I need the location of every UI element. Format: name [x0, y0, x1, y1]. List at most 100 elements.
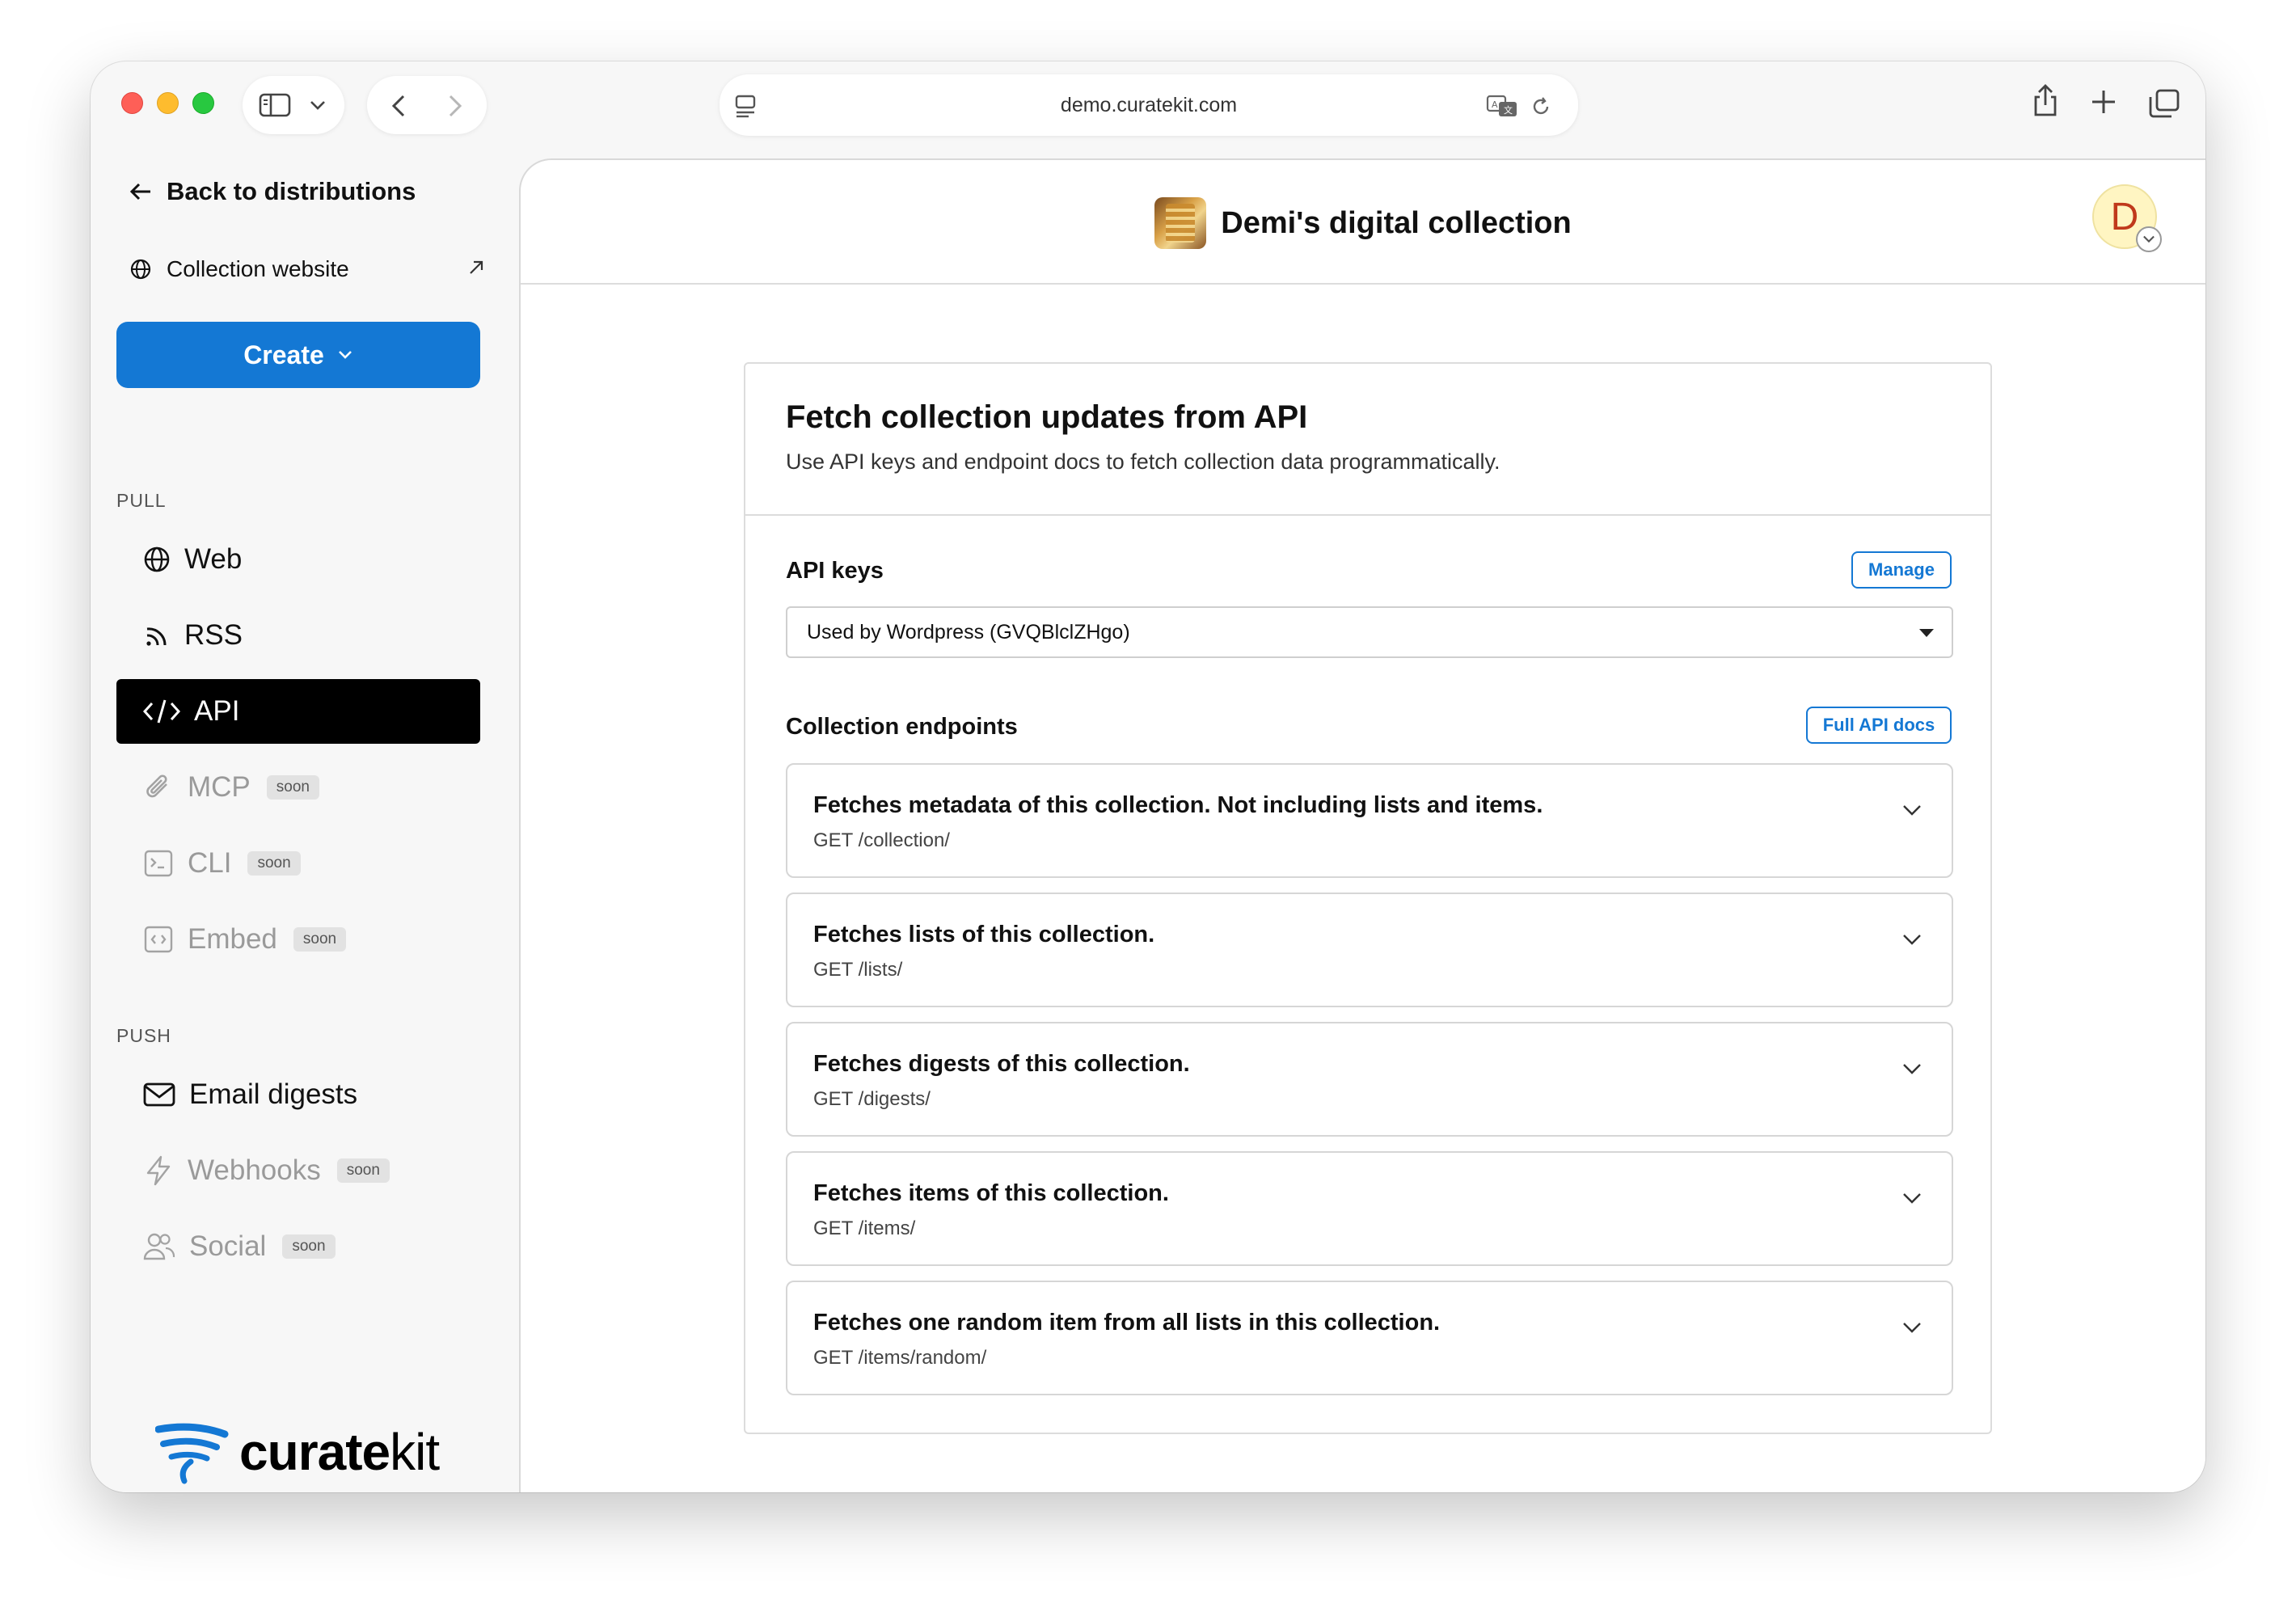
- sidebar: Back to distributions Collection website…: [91, 158, 519, 1492]
- mail-icon: [143, 1082, 175, 1107]
- push-section-heading: PUSH: [116, 1025, 171, 1046]
- globe-icon: [144, 546, 170, 572]
- forward-arrow-icon[interactable]: [446, 94, 464, 118]
- reload-icon[interactable]: [1530, 95, 1552, 118]
- soon-badge: soon: [282, 1234, 336, 1259]
- sidebar-item-label: Webhooks: [188, 1154, 321, 1186]
- endpoint-title: Fetches one random item from all lists i…: [813, 1310, 1441, 1336]
- sidebar-item-webhooks[interactable]: Webhooks soon: [116, 1138, 480, 1203]
- sidebar-item-label: Web: [184, 543, 243, 575]
- endpoint-path: GET /items/: [813, 1217, 916, 1239]
- soon-badge: soon: [293, 927, 347, 952]
- sidebar-item-embed[interactable]: Embed soon: [116, 907, 480, 972]
- share-icon[interactable]: [2031, 82, 2060, 118]
- api-card: Fetch collection updates from API Use AP…: [744, 362, 1992, 1434]
- endpoint-item[interactable]: Fetches digests of this collection. GET …: [786, 1022, 1953, 1137]
- sidebar-toggle-icon[interactable]: [259, 92, 291, 118]
- collection-website-link[interactable]: Collection website: [129, 249, 485, 289]
- sidebar-item-label: Social: [189, 1230, 267, 1262]
- chevron-down-icon[interactable]: [2136, 226, 2162, 252]
- chevron-down-icon: [1903, 1193, 1921, 1204]
- sidebar-item-email-digests[interactable]: Email digests: [116, 1062, 480, 1127]
- url-text[interactable]: demo.curatekit.com: [720, 94, 1578, 117]
- card-header: Fetch collection updates from API Use AP…: [745, 364, 1990, 516]
- collection-title: Demi's digital collection: [521, 197, 2205, 249]
- endpoint-path: GET /lists/: [813, 959, 903, 981]
- create-button[interactable]: Create: [116, 322, 480, 388]
- back-link-label: Back to distributions: [167, 177, 416, 205]
- create-button-label: Create: [243, 340, 324, 369]
- chevron-down-icon[interactable]: [309, 99, 327, 112]
- collection-thumbnail: [1154, 197, 1207, 249]
- chevron-down-icon: [1903, 805, 1921, 816]
- api-key-select[interactable]: Used by Wordpress (GVQBlclZHgo): [786, 606, 1953, 658]
- api-keys-label: API keys: [786, 558, 884, 584]
- back-arrow-icon[interactable]: [390, 94, 407, 118]
- globe-icon: [130, 259, 151, 280]
- translate-icon[interactable]: A 文: [1486, 94, 1518, 118]
- paperclip-icon: [146, 774, 167, 798]
- sidebar-item-api[interactable]: API: [116, 679, 480, 744]
- chevron-down-icon: [1903, 1323, 1921, 1333]
- sidebar-item-label: API: [194, 695, 240, 727]
- chevron-down-icon: [1903, 1064, 1921, 1074]
- main-content: Demi's digital collection D Fetch collec…: [519, 158, 2205, 1492]
- code-icon: [142, 699, 181, 724]
- history-nav-group: [367, 76, 487, 134]
- close-window-button[interactable]: [121, 92, 143, 114]
- logo-text: curatekit: [239, 1423, 440, 1481]
- card-title: Fetch collection updates from API: [786, 399, 1308, 435]
- sidebar-item-social[interactable]: Social soon: [116, 1214, 480, 1279]
- tab-overview-icon[interactable]: [2149, 89, 2180, 118]
- sidebar-item-web[interactable]: Web: [116, 527, 480, 592]
- pull-section-heading: PULL: [116, 490, 167, 511]
- card-description: Use API keys and endpoint docs to fetch …: [786, 449, 1500, 474]
- chevron-down-icon: [1903, 935, 1921, 945]
- sidebar-item-label: Email digests: [189, 1078, 358, 1110]
- back-to-distributions-link[interactable]: Back to distributions: [129, 171, 416, 212]
- endpoint-title: Fetches metadata of this collection. Not…: [813, 792, 1543, 818]
- soon-badge: soon: [266, 775, 319, 800]
- collection-endpoints-label: Collection endpoints: [786, 714, 1018, 740]
- sidebar-item-cli[interactable]: CLI soon: [116, 831, 480, 896]
- bolt-icon: [146, 1155, 171, 1186]
- collection-website-label: Collection website: [167, 256, 349, 281]
- endpoint-title: Fetches lists of this collection.: [813, 922, 1155, 947]
- svg-text:A: A: [1492, 99, 1498, 110]
- soon-badge: soon: [247, 851, 301, 876]
- soon-badge: soon: [336, 1158, 390, 1183]
- endpoint-item[interactable]: Fetches lists of this collection. GET /l…: [786, 893, 1953, 1007]
- new-tab-icon[interactable]: [2091, 89, 2117, 115]
- minimize-window-button[interactable]: [157, 92, 179, 114]
- sidebar-item-label: CLI: [188, 847, 232, 879]
- full-api-docs-button[interactable]: Full API docs: [1806, 707, 1952, 744]
- collection-name: Demi's digital collection: [1221, 205, 1572, 240]
- sidebar-item-label: MCP: [188, 771, 251, 803]
- sidebar-item-mcp[interactable]: MCP soon: [116, 755, 480, 820]
- browser-toolbar: demo.curatekit.com A 文: [91, 61, 2205, 158]
- users-icon: [143, 1233, 175, 1260]
- sidebar-item-label: RSS: [184, 619, 243, 651]
- endpoint-item[interactable]: Fetches metadata of this collection. Not…: [786, 763, 1953, 878]
- endpoint-path: GET /items/random/: [813, 1347, 987, 1369]
- sidebar-item-label: Embed: [188, 923, 277, 955]
- embed-icon: [144, 926, 173, 953]
- manage-button[interactable]: Manage: [1851, 551, 1952, 589]
- endpoint-path: GET /digests/: [813, 1088, 931, 1110]
- endpoint-item[interactable]: Fetches one random item from all lists i…: [786, 1281, 1953, 1395]
- endpoint-title: Fetches digests of this collection.: [813, 1051, 1190, 1077]
- terminal-icon: [144, 850, 173, 877]
- maximize-window-button[interactable]: [192, 92, 214, 114]
- external-link-icon: [470, 260, 483, 274]
- arrow-left-icon: [129, 183, 150, 200]
- endpoint-title: Fetches items of this collection.: [813, 1180, 1169, 1206]
- sidebar-toggle-group[interactable]: [243, 76, 344, 134]
- rss-icon: [146, 627, 167, 646]
- api-key-selected-value: Used by Wordpress (GVQBlclZHgo): [807, 620, 1130, 644]
- endpoint-item[interactable]: Fetches items of this collection. GET /i…: [786, 1151, 1953, 1266]
- chevron-down-icon: [338, 351, 352, 359]
- main-header: Demi's digital collection D: [521, 160, 2205, 285]
- sidebar-item-rss[interactable]: RSS: [116, 603, 480, 668]
- address-bar[interactable]: demo.curatekit.com A 文: [720, 74, 1578, 136]
- caret-down-icon: [1919, 629, 1934, 637]
